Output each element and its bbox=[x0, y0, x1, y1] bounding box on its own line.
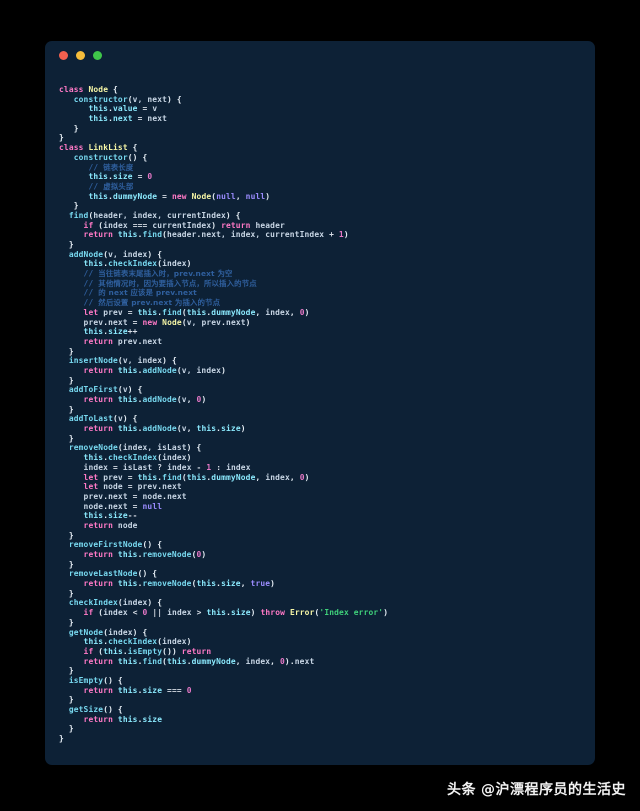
window-titlebar bbox=[45, 41, 595, 69]
code-window: class Node { constructor(v, next) { this… bbox=[45, 41, 595, 765]
watermark: 头条 @沪漂程序员的生活史 bbox=[447, 779, 626, 799]
watermark-brand: 头条 bbox=[447, 782, 476, 798]
close-window-button[interactable] bbox=[59, 50, 68, 60]
source-code[interactable]: class Node { constructor(v, next) { this… bbox=[59, 85, 587, 744]
code-editor-area[interactable]: class Node { constructor(v, next) { this… bbox=[45, 69, 595, 754]
maximize-window-button[interactable] bbox=[93, 50, 102, 60]
watermark-handle: @沪漂程序员的生活史 bbox=[481, 782, 626, 798]
minimize-window-button[interactable] bbox=[76, 50, 85, 60]
